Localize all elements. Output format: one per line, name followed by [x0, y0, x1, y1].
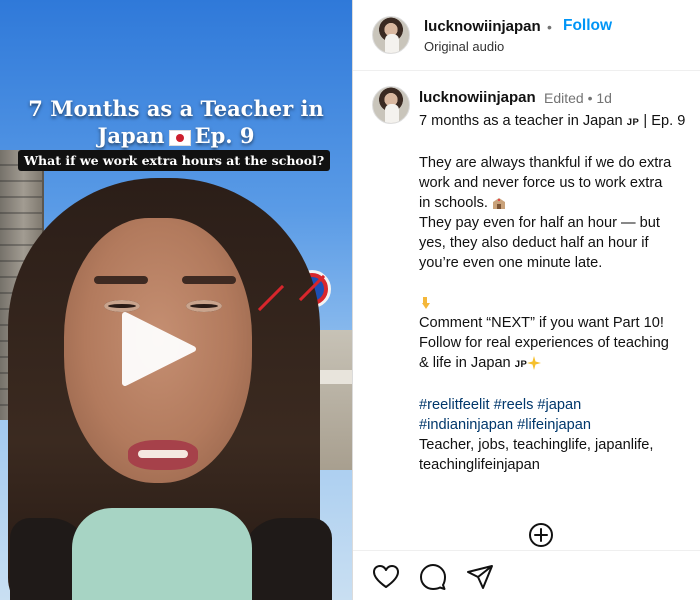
original-audio-link[interactable]: Original audio	[424, 39, 504, 54]
play-icon[interactable]	[119, 309, 199, 389]
caption-line: & life in Japan JP	[419, 353, 700, 375]
caption-line-text: & life in Japan	[419, 355, 511, 371]
hashtags[interactable]: #reelitfeelit #reels #japan	[419, 395, 700, 415]
separator-dot: •	[547, 19, 552, 35]
post-panel: lucknowiinjapan • Follow Original audio …	[352, 0, 700, 600]
caption-line: in schools.	[419, 193, 700, 213]
caption-section: lucknowiinjapan Edited • 1d 7 months as …	[353, 70, 700, 550]
video-title-line2: Japan Ep. 9	[0, 123, 352, 149]
caption-line: 7 months as a teacher in Japan JP | Ep. …	[419, 111, 700, 133]
school-emoji-icon	[493, 198, 506, 210]
jp-flag-icon: JP	[514, 359, 528, 370]
send-icon[interactable]	[466, 563, 494, 591]
heart-icon[interactable]	[372, 563, 400, 591]
post-header: lucknowiinjapan • Follow Original audio	[353, 0, 700, 71]
presenter	[8, 178, 332, 600]
hashtags[interactable]: #indianinjapan #lifeinjapan	[419, 415, 700, 435]
caption-line	[419, 293, 700, 313]
presenter-sweater	[72, 508, 252, 600]
video-title-line1: 7 Months as a Teacher in	[28, 96, 324, 121]
post-actions	[353, 550, 700, 601]
caption-line: Comment “NEXT” if you want Part 10!	[419, 315, 664, 331]
caption-line: They are always thankful if we do extra	[419, 155, 672, 171]
brow	[94, 276, 148, 284]
caption-line: Teacher, jobs, teachinglife, japanlife,	[419, 437, 654, 453]
japan-flag-icon	[168, 129, 191, 146]
caption-line: work and never force us to work extra	[419, 175, 663, 191]
header-username[interactable]: lucknowiinjapan	[424, 18, 541, 35]
point-down-emoji-icon	[422, 297, 430, 310]
coat-right	[242, 518, 332, 600]
caption-username[interactable]: lucknowiinjapan	[419, 89, 536, 106]
comment-icon[interactable]	[419, 563, 447, 591]
caption-line-tail: | Ep. 9	[643, 113, 686, 129]
caption-line: Follow for real experiences of teaching	[419, 335, 669, 351]
video-title-episode: Ep. 9	[194, 123, 255, 148]
brow	[182, 276, 236, 284]
caption-line: teachinglifeinjapan	[419, 457, 540, 473]
caption-avatar[interactable]	[372, 86, 410, 124]
caption-line: They pay even for half an hour — but	[419, 215, 660, 231]
avatar[interactable]	[372, 16, 410, 54]
jp-flag-icon: JP	[626, 117, 640, 128]
video-subtitle: What if we work extra hours at the schoo…	[18, 150, 331, 171]
sparkles-emoji-icon	[527, 356, 542, 371]
caption-line-text: in schools.	[419, 195, 488, 211]
caption-line: yes, they also deduct half an hour if	[419, 235, 649, 251]
caption-line: you’re even one minute late.	[419, 255, 603, 271]
caption-meta: Edited • 1d	[544, 90, 612, 106]
video-title-japan: Japan	[97, 123, 165, 148]
caption-text: 7 months as a teacher in Japan JP | Ep. …	[419, 111, 700, 475]
mouth	[128, 440, 198, 470]
add-circle-icon[interactable]	[528, 522, 554, 548]
reel-video[interactable]: 7 Months as a Teacher in Japan Ep. 9 What…	[0, 0, 352, 600]
caption-line-text: 7 months as a teacher in Japan	[419, 113, 623, 129]
follow-button[interactable]: Follow	[563, 17, 612, 35]
